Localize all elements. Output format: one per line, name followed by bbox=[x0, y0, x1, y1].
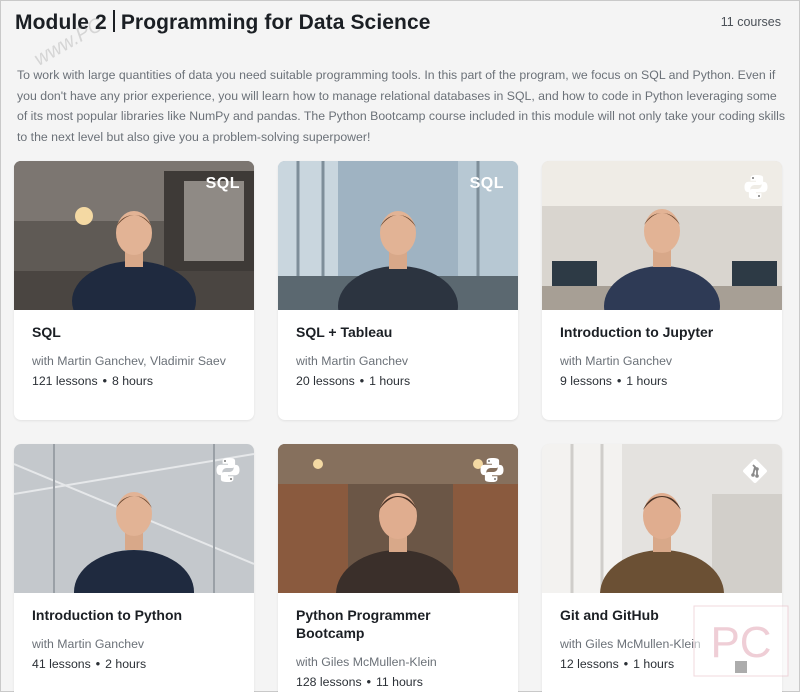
course-instructors: with Martin Ganchev bbox=[32, 637, 145, 651]
course-hours: 8 hours bbox=[111, 374, 153, 388]
python-icon bbox=[742, 173, 770, 206]
course-meta: 20 lessons • 1 hours bbox=[296, 374, 500, 388]
course-instructors: with Martin Ganchev, Vladimir Saev bbox=[32, 354, 226, 368]
course-hours: 11 hours bbox=[375, 675, 423, 689]
meta-separator: • bbox=[95, 657, 101, 671]
course-card-sql-tableau[interactable]: SQL SQL + Tableau with Martin Ganchev 20… bbox=[278, 161, 518, 420]
lesson-count: 128 lessons bbox=[296, 675, 362, 689]
course-title[interactable]: SQL + Tableau bbox=[296, 323, 500, 341]
title-divider bbox=[112, 9, 115, 32]
meta-separator: • bbox=[366, 675, 371, 689]
course-thumbnail[interactable]: SQL bbox=[14, 161, 254, 310]
module-name: Programming for Data Science bbox=[120, 10, 431, 34]
course-title[interactable]: Introduction to Jupyter bbox=[560, 323, 764, 341]
course-meta: 121 lessons • 8 hours bbox=[32, 374, 236, 388]
lesson-count: 41 lessons bbox=[32, 657, 91, 671]
course-card-sql[interactable]: SQL SQL with Martin Ganchev, Vladimir Sa… bbox=[14, 161, 254, 420]
module-header: Module 2 Programming for Data Science 11 … bbox=[15, 7, 781, 37]
pc-logo-text: PC bbox=[710, 618, 771, 667]
course-thumbnail[interactable] bbox=[542, 444, 782, 593]
lesson-count: 9 lessons bbox=[560, 374, 612, 388]
course-card-intro-python[interactable]: Introduction to Python with Martin Ganch… bbox=[14, 444, 254, 692]
lesson-count: 12 lessons bbox=[560, 657, 619, 671]
course-grid: SQL SQL with Martin Ganchev, Vladimir Sa… bbox=[14, 161, 782, 692]
sql-badge: SQL bbox=[205, 175, 240, 192]
course-count: 11 courses bbox=[720, 15, 781, 29]
course-meta: 41 lessons • 2 hours bbox=[32, 657, 236, 671]
course-meta: 9 lessons • 1 hours bbox=[560, 374, 764, 388]
sql-badge: SQL bbox=[469, 175, 504, 192]
course-meta: 128 lessons • 11 hours bbox=[296, 675, 500, 689]
course-thumbnail[interactable]: SQL bbox=[278, 161, 518, 310]
course-card-jupyter[interactable]: Introduction to Jupyter with Martin Ganc… bbox=[542, 161, 782, 420]
meta-separator: • bbox=[623, 657, 629, 671]
pc-logo: PC bbox=[693, 605, 789, 677]
course-thumbnail[interactable] bbox=[542, 161, 782, 310]
git-icon bbox=[740, 456, 770, 491]
lesson-count: 20 lessons bbox=[296, 374, 355, 388]
meta-separator: • bbox=[102, 374, 107, 388]
course-instructors: with Martin Ganchev bbox=[560, 354, 673, 368]
course-thumbnail[interactable] bbox=[278, 444, 518, 593]
meta-separator: • bbox=[616, 374, 622, 388]
course-instructors: with Martin Ganchev bbox=[296, 354, 409, 368]
course-thumbnail[interactable] bbox=[14, 444, 254, 593]
course-title[interactable]: SQL bbox=[32, 323, 236, 341]
course-hours: 1 hours bbox=[626, 374, 668, 388]
module-description: To work with large quantities of data yo… bbox=[17, 68, 786, 144]
course-hours: 1 hours bbox=[369, 374, 411, 388]
course-hours: 2 hours bbox=[105, 657, 147, 671]
course-instructors: with Giles McMullen-Klein bbox=[296, 655, 437, 669]
course-title[interactable]: Python Programmer Bootcamp bbox=[296, 606, 500, 642]
course-hours: 1 hours bbox=[633, 657, 675, 671]
python-icon bbox=[478, 456, 506, 489]
lesson-count: 121 lessons bbox=[32, 374, 98, 388]
course-card-python-bootcamp[interactable]: Python Programmer Bootcamp with Giles Mc… bbox=[278, 444, 518, 692]
meta-separator: • bbox=[359, 374, 365, 388]
python-icon bbox=[214, 456, 242, 489]
course-title[interactable]: Introduction to Python bbox=[32, 606, 236, 624]
